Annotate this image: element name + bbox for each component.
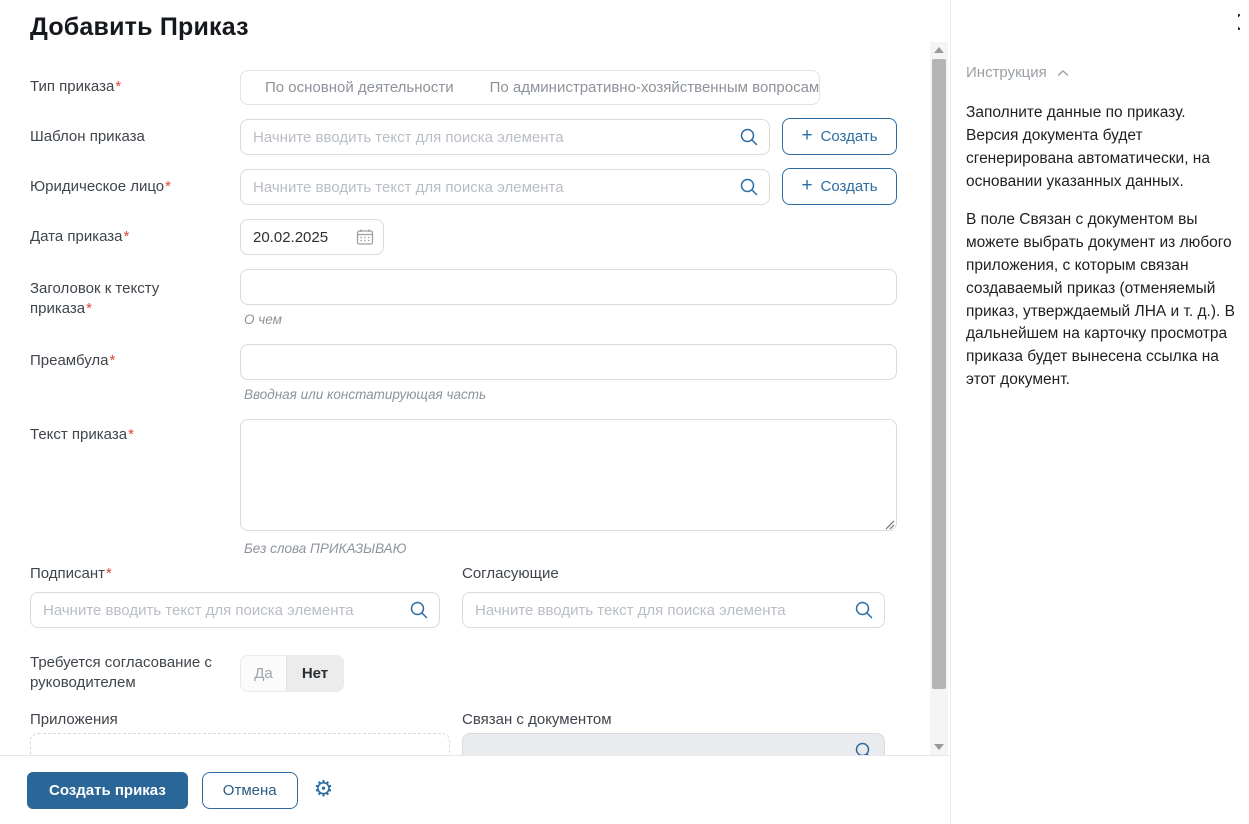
legal-entity-search-input[interactable] <box>240 169 770 205</box>
search-icon[interactable] <box>739 127 759 147</box>
add-order-dialog: Добавить Приказ Тип приказа* По основной… <box>0 0 1249 824</box>
search-icon[interactable] <box>854 600 874 620</box>
approvers-search-input[interactable] <box>462 592 885 628</box>
order-text-textarea[interactable] <box>240 419 897 531</box>
scrollbar-up-arrow[interactable] <box>930 42 948 58</box>
template-search-input[interactable] <box>240 119 770 155</box>
plus-icon: + <box>801 176 812 195</box>
approvers-label: Согласующие <box>462 565 559 582</box>
preamble-input[interactable] <box>240 344 897 380</box>
instruction-sidebar: Инструкция Заполните данные по приказу. … <box>966 0 1238 824</box>
create-order-button[interactable]: Создать приказ <box>27 772 188 809</box>
legal-entity-create-button[interactable]: + Создать <box>782 168 897 205</box>
toggle-option-no[interactable]: Нет <box>287 656 343 691</box>
scrollbar-down-arrow[interactable] <box>930 739 948 755</box>
instruction-paragraph: Заполните данные по приказу. Версия доку… <box>966 102 1238 194</box>
content-sidebar-divider <box>950 0 951 824</box>
plus-icon: + <box>801 126 812 145</box>
order-type-option-admin[interactable]: По административно-хозяйственным вопроса… <box>472 71 838 104</box>
instruction-text: Заполните данные по приказу. Версия доку… <box>966 102 1238 392</box>
form-scrollbar[interactable] <box>930 42 948 755</box>
heading-hint: О чем <box>244 312 282 327</box>
instruction-paragraph: В поле Связан с документом вы можете выб… <box>966 209 1238 393</box>
dialog-footer: Создать приказ Отмена ⚙ <box>0 755 950 824</box>
order-type-option-main-activity[interactable]: По основной деятельности <box>247 71 472 104</box>
preamble-label: Преамбула* <box>30 351 230 371</box>
template-label: Шаблон приказа <box>30 127 230 147</box>
order-date-label: Дата приказа* <box>30 227 230 247</box>
scrollbar-thumb[interactable] <box>932 59 946 689</box>
order-text-hint: Без слова ПРИКАЗЫВАЮ <box>244 541 406 556</box>
manager-approval-label: Требуется согласование с руководителем <box>30 653 240 694</box>
calendar-icon[interactable] <box>356 228 374 246</box>
cancel-button[interactable]: Отмена <box>202 772 298 809</box>
page-title: Добавить Приказ <box>30 13 249 42</box>
order-text-label: Текст приказа* <box>30 425 230 445</box>
search-icon[interactable] <box>409 600 429 620</box>
linked-document-label: Связан с документом <box>462 711 612 728</box>
instruction-header[interactable]: Инструкция <box>966 64 1069 81</box>
settings-gear-icon[interactable]: ⚙ <box>314 779 334 801</box>
search-icon[interactable] <box>739 177 759 197</box>
toggle-option-yes[interactable]: Да <box>241 656 287 691</box>
order-type-label: Тип приказа* <box>30 77 230 97</box>
heading-input[interactable] <box>240 269 897 305</box>
order-type-segmented-control: По основной деятельности По администрати… <box>240 70 820 105</box>
preamble-hint: Вводная или констатирующая часть <box>244 387 486 402</box>
template-create-button[interactable]: + Создать <box>782 118 897 155</box>
signer-label: Подписант* <box>30 565 112 582</box>
legal-entity-label: Юридическое лицо* <box>30 177 230 197</box>
signer-search-input[interactable] <box>30 592 440 628</box>
manager-approval-toggle: Да Нет <box>240 655 344 692</box>
heading-label: Заголовок к тексту приказа* <box>30 279 220 320</box>
attachments-label: Приложения <box>30 711 118 728</box>
chevron-up-icon <box>1057 69 1069 77</box>
